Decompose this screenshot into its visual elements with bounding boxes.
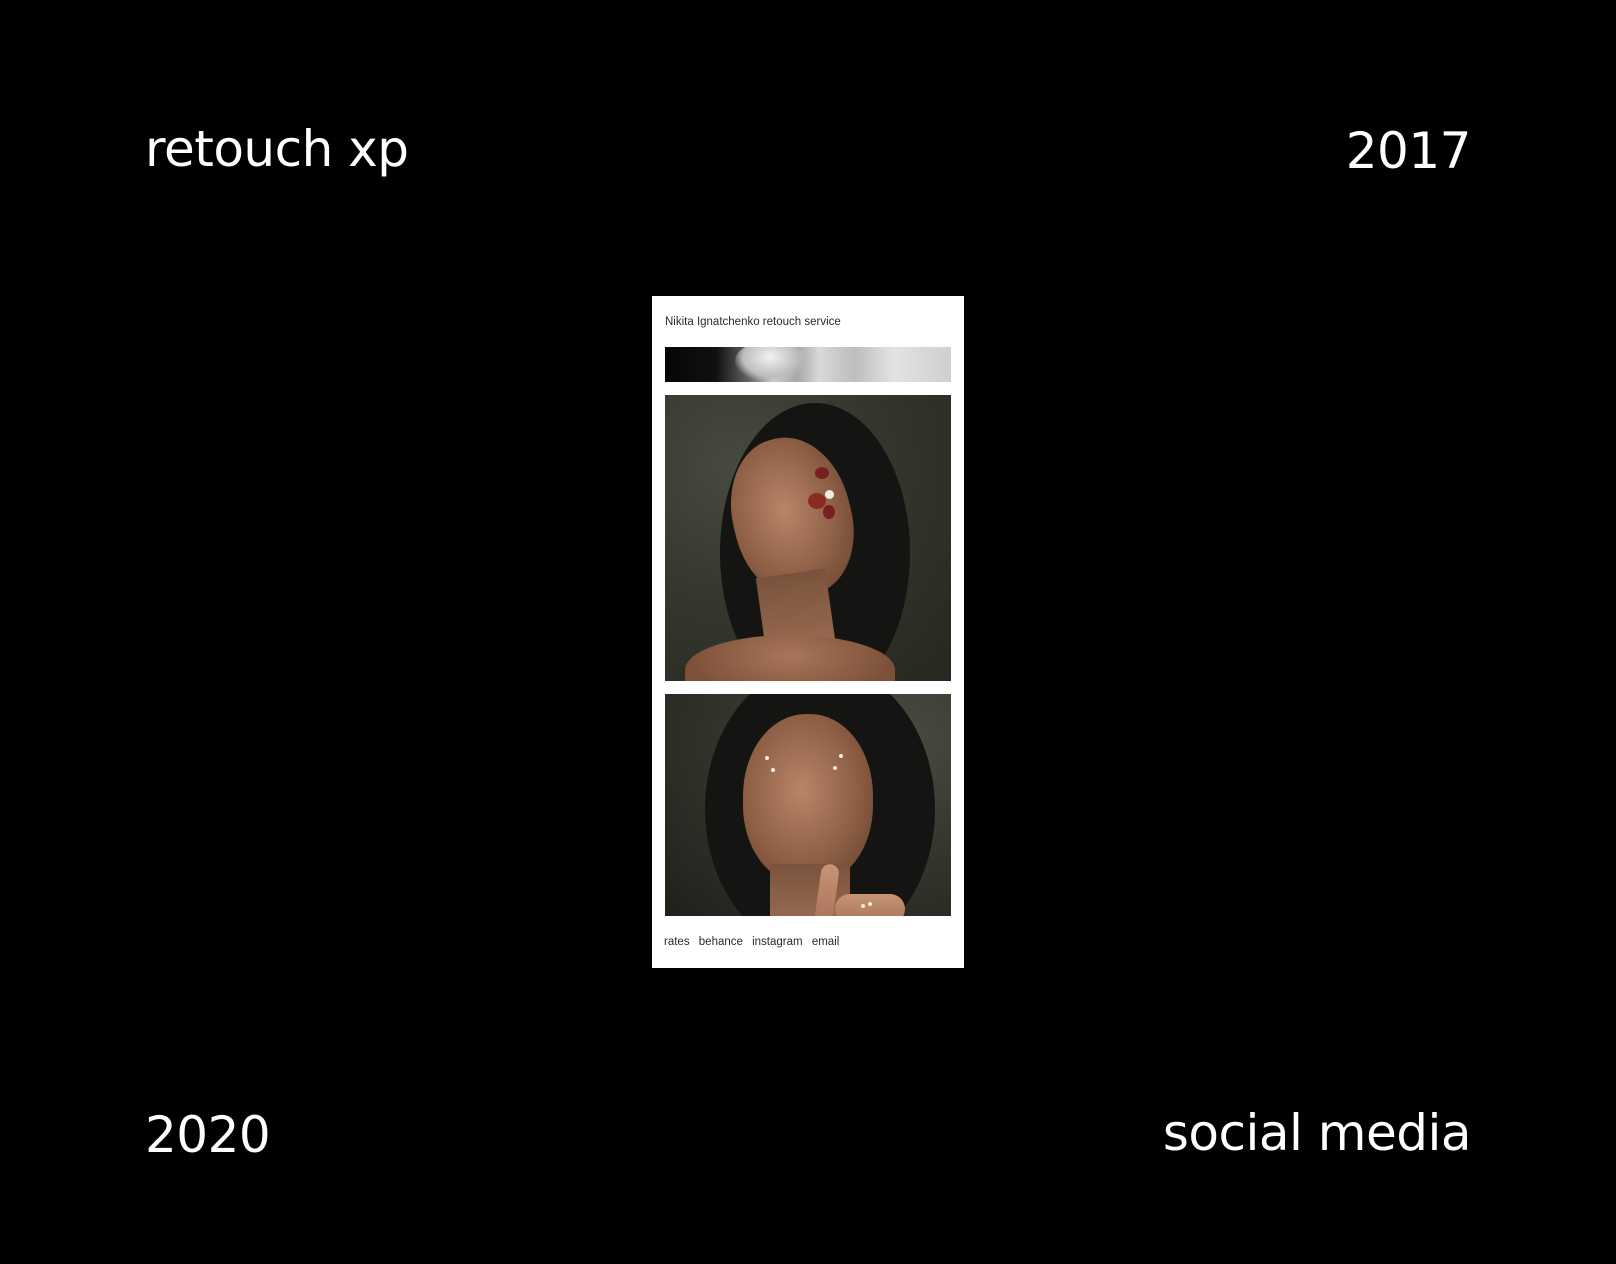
project-title: retouch xp xyxy=(145,120,409,178)
pearl-decoration xyxy=(861,904,865,908)
hand-image-detail xyxy=(735,347,805,381)
pearl-decoration xyxy=(771,768,775,772)
pearl-decoration xyxy=(825,490,834,499)
start-year: 2017 xyxy=(1345,122,1472,180)
site-title[interactable]: Nikita Ignatchenko retouch service xyxy=(665,316,841,328)
face-shape xyxy=(743,714,873,884)
pearl-decoration xyxy=(765,756,769,760)
category-label: social media xyxy=(1162,1104,1472,1162)
pearl-decoration xyxy=(839,754,843,758)
end-year: 2020 xyxy=(145,1106,271,1164)
instagram-link[interactable]: instagram xyxy=(752,936,803,948)
petal-decoration xyxy=(823,505,835,519)
footer-links: rates behance instagram email xyxy=(664,936,845,948)
gallery-image-portrait-2[interactable] xyxy=(665,694,951,916)
gallery-image-partial[interactable] xyxy=(665,347,951,382)
email-link[interactable]: email xyxy=(812,936,839,948)
phone-mockup: Nikita Ignatchenko retouch service rates… xyxy=(652,296,964,968)
pearl-decoration xyxy=(833,766,837,770)
petal-decoration xyxy=(815,467,829,479)
gallery-image-portrait-1[interactable] xyxy=(665,395,951,681)
rates-link[interactable]: rates xyxy=(664,936,690,948)
petal-decoration xyxy=(808,493,826,509)
behance-link[interactable]: behance xyxy=(699,936,743,948)
pearl-decoration xyxy=(868,902,872,906)
